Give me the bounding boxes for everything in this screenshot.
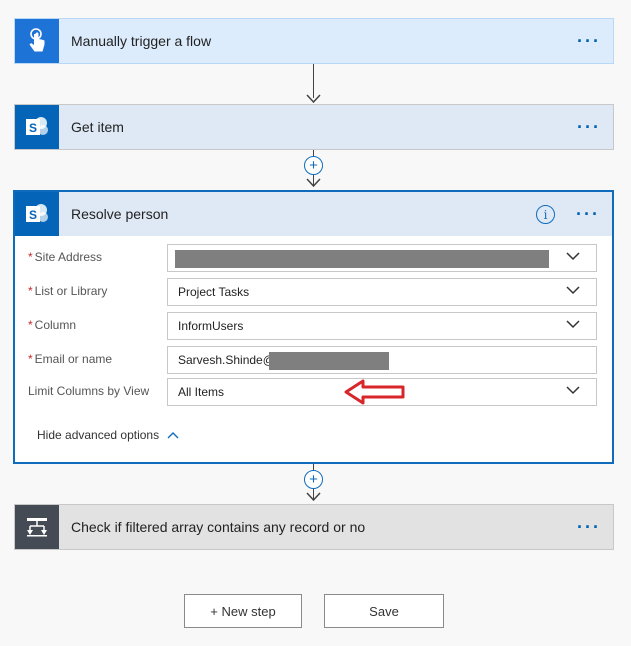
- chevron-down-icon: [566, 386, 580, 395]
- save-button[interactable]: Save: [324, 594, 444, 628]
- insert-step-button[interactable]: +: [304, 470, 323, 489]
- info-icon[interactable]: i: [536, 205, 555, 224]
- email-or-name-input[interactable]: Sarvesh.Shinde@: [167, 346, 597, 374]
- step-header[interactable]: Check if filtered array contains any rec…: [15, 505, 613, 549]
- arrow-down-icon: [306, 492, 321, 501]
- step-title: Check if filtered array contains any rec…: [71, 519, 366, 535]
- new-step-button[interactable]: + New step: [184, 594, 302, 628]
- field-row-list-or-library: * List or Library Project Tasks: [15, 278, 612, 306]
- field-label: * List or Library: [28, 284, 108, 298]
- svg-text:S: S: [29, 208, 37, 222]
- toggle-label: Hide advanced options: [37, 428, 160, 442]
- insert-step-button[interactable]: +: [304, 156, 323, 175]
- step-card-manual-trigger[interactable]: Manually trigger a flow ···: [14, 18, 614, 64]
- sharepoint-icon: S: [15, 105, 59, 149]
- field-label: * Email or name: [28, 352, 113, 366]
- field-row-email-or-name: * Email or name Sarvesh.Shinde@: [15, 346, 612, 374]
- redacted-value: [175, 250, 549, 268]
- hide-advanced-options-toggle[interactable]: Hide advanced options: [37, 428, 179, 442]
- required-marker: *: [28, 352, 33, 366]
- arrow-down-icon: [306, 94, 321, 103]
- touch-hand-icon: [15, 19, 59, 63]
- step-header[interactable]: S Resolve person i ···: [15, 192, 612, 236]
- plus-icon: +: [309, 157, 318, 174]
- more-options-button[interactable]: ···: [577, 19, 601, 63]
- step-card-condition[interactable]: Check if filtered array contains any rec…: [14, 504, 614, 550]
- step-header[interactable]: Manually trigger a flow ···: [15, 19, 613, 63]
- redacted-value: [269, 352, 389, 370]
- field-value: Sarvesh.Shinde@: [178, 353, 275, 367]
- step-card-resolve-person[interactable]: S Resolve person i ··· * Site Address * Li…: [13, 190, 614, 464]
- list-or-library-dropdown[interactable]: Project Tasks: [167, 278, 597, 306]
- field-label: * Site Address: [28, 250, 103, 264]
- more-options-button[interactable]: ···: [576, 192, 600, 236]
- filter-array-icon: [15, 505, 59, 549]
- connector-line: [313, 64, 314, 98]
- required-marker: *: [28, 318, 33, 332]
- site-address-dropdown[interactable]: [167, 244, 597, 272]
- plus-icon: +: [309, 471, 318, 488]
- field-row-limit-columns-by-view: Limit Columns by View All Items: [15, 378, 612, 406]
- required-marker: *: [28, 284, 33, 298]
- svg-text:S: S: [29, 121, 37, 135]
- chevron-up-icon: [167, 432, 179, 439]
- field-label: * Column: [28, 318, 77, 332]
- chevron-down-icon: [566, 320, 580, 329]
- field-value: All Items: [178, 385, 225, 399]
- sharepoint-icon: S: [15, 192, 59, 236]
- field-row-column: * Column InformUsers: [15, 312, 612, 340]
- more-options-button[interactable]: ···: [577, 105, 601, 149]
- chevron-down-icon: [566, 252, 580, 261]
- field-label: Limit Columns by View: [28, 384, 150, 398]
- step-card-get-item[interactable]: S Get item ···: [14, 104, 614, 150]
- field-value: Project Tasks: [178, 285, 250, 299]
- annotation-arrow-icon: [344, 379, 405, 405]
- step-title: Manually trigger a flow: [71, 33, 212, 49]
- step-title: Resolve person: [71, 206, 169, 222]
- field-row-site-address: * Site Address: [15, 244, 612, 272]
- field-value: InformUsers: [178, 319, 244, 333]
- more-options-button[interactable]: ···: [577, 505, 601, 549]
- step-header[interactable]: S Get item ···: [15, 105, 613, 149]
- chevron-down-icon: [566, 286, 580, 295]
- required-marker: *: [28, 250, 33, 264]
- step-title: Get item: [71, 119, 124, 135]
- column-dropdown[interactable]: InformUsers: [167, 312, 597, 340]
- arrow-down-icon: [306, 178, 321, 187]
